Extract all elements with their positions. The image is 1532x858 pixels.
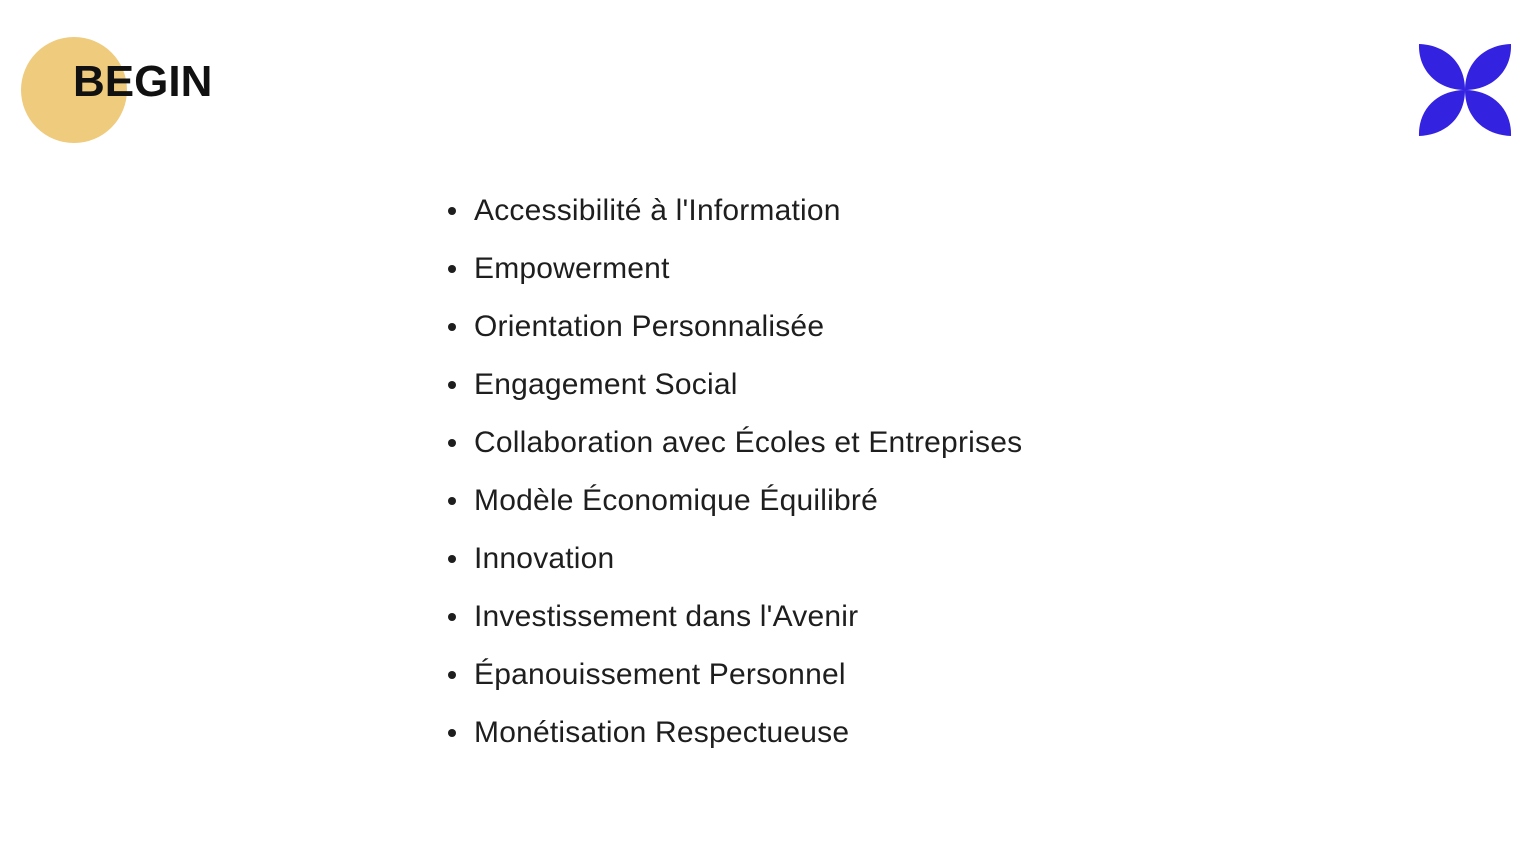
list-item: Engagement Social <box>444 356 1022 414</box>
bullet-icon <box>448 555 456 563</box>
list-item: Innovation <box>444 530 1022 588</box>
bullet-icon <box>448 265 456 273</box>
bullet-icon <box>448 497 456 505</box>
list-item: Accessibilité à l'Information <box>444 182 1022 240</box>
list-item: Collaboration avec Écoles et Entreprises <box>444 414 1022 472</box>
brand-title: BEGIN <box>73 57 213 106</box>
list-item-label: Collaboration avec Écoles et Entreprises <box>474 426 1023 459</box>
value-list: Accessibilité à l'Information Empowermen… <box>444 182 1022 762</box>
list-item-label: Investissement dans l'Avenir <box>474 600 859 633</box>
list-item-label: Modèle Économique Équilibré <box>474 484 878 517</box>
list-item: Empowerment <box>444 240 1022 298</box>
list-item: Orientation Personnalisée <box>444 298 1022 356</box>
bullet-icon <box>448 381 456 389</box>
bullet-icon <box>448 207 456 215</box>
list-item-label: Monétisation Respectueuse <box>474 716 850 749</box>
bullet-icon <box>448 729 456 737</box>
list-item: Modèle Économique Équilibré <box>444 472 1022 530</box>
list-item: Épanouissement Personnel <box>444 646 1022 704</box>
list-item: Investissement dans l'Avenir <box>444 588 1022 646</box>
list-item-label: Engagement Social <box>474 368 738 401</box>
bullet-icon <box>448 439 456 447</box>
list-item-label: Orientation Personnalisée <box>474 310 825 343</box>
flower-logo-icon <box>1418 43 1512 137</box>
list-item-label: Accessibilité à l'Information <box>474 194 841 227</box>
bullet-icon <box>448 613 456 621</box>
list-item-label: Innovation <box>474 542 615 575</box>
list-item-label: Épanouissement Personnel <box>474 658 846 691</box>
list-item: Monétisation Respectueuse <box>444 704 1022 762</box>
list-item-label: Empowerment <box>474 252 670 285</box>
bullet-icon <box>448 323 456 331</box>
bullet-icon <box>448 671 456 679</box>
slide: BEGIN Accessibilité à l'Information Empo… <box>0 0 1532 858</box>
